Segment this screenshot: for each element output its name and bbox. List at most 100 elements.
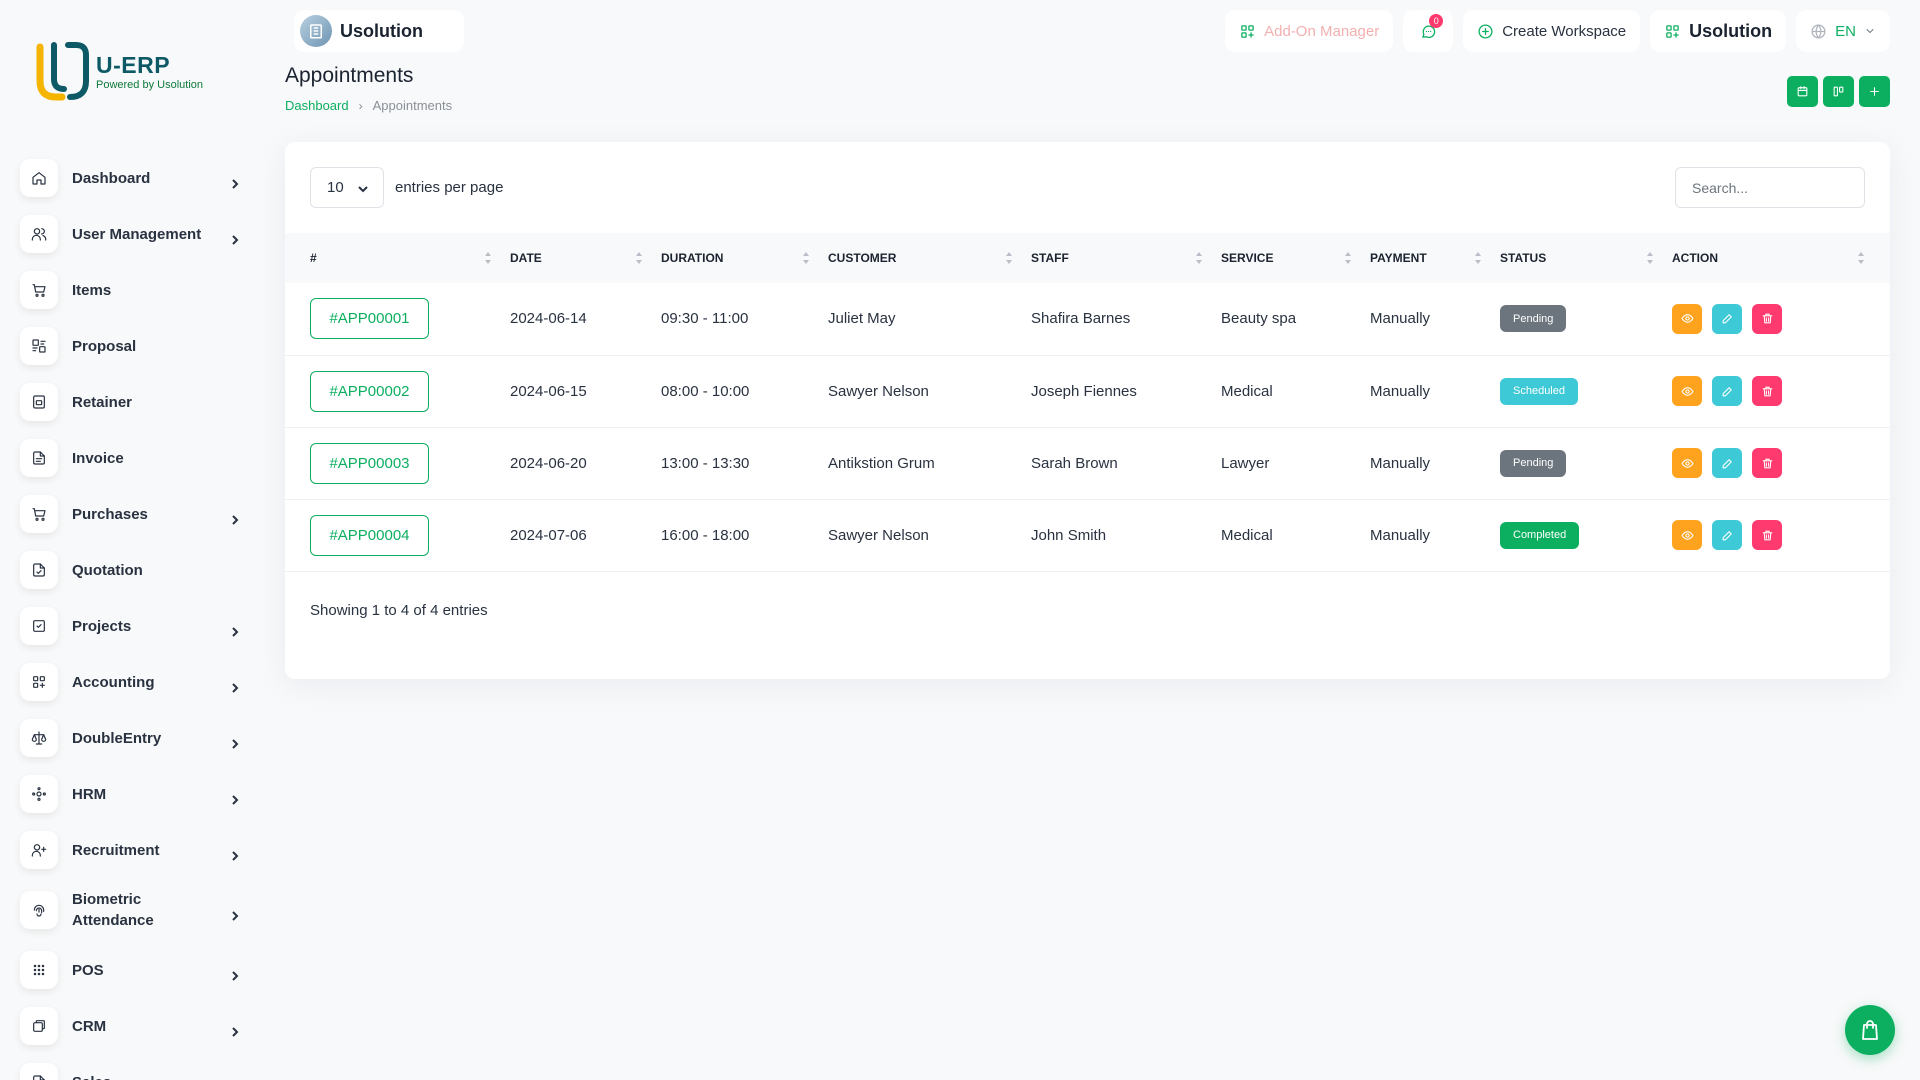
appointment-id-button[interactable]: #APP00004 (310, 514, 429, 556)
document-icon (20, 551, 58, 589)
sidebar-item-purchases[interactable]: Purchases (20, 486, 240, 542)
eye-icon (1681, 314, 1693, 324)
edit-button[interactable] (1712, 448, 1742, 478)
sidebar-item-sales[interactable]: Sales (20, 1054, 240, 1080)
appointments-table: # DATE DURATION CUSTOMER STAFF SERVICE P… (285, 233, 1890, 572)
company-label: Usolution (1689, 20, 1773, 41)
delete-button[interactable] (1752, 520, 1782, 550)
column-header-staff[interactable]: STAFF (1031, 233, 1221, 283)
cell-duration: 09:30 - 11:00 (661, 310, 749, 328)
sort-icon (1646, 251, 1654, 265)
column-header-payment[interactable]: PAYMENT (1370, 233, 1500, 283)
sidebar-item-label: Quotation (72, 561, 143, 579)
column-header-customer[interactable]: CUSTOMER (828, 233, 1031, 283)
sidebar-item-user-management[interactable]: User Management (20, 206, 240, 262)
language-label: EN (1835, 22, 1856, 40)
page-actions (1787, 76, 1890, 107)
sidebar-item-pos[interactable]: POS (20, 942, 240, 998)
sidebar-item-doubleentry[interactable]: DoubleEntry (20, 710, 240, 766)
trash-icon (1762, 530, 1772, 540)
cell-customer: Antikstion Grum (828, 454, 935, 472)
eye-icon (1681, 530, 1693, 540)
column-header-id[interactable]: # (285, 233, 510, 283)
edit-button[interactable] (1712, 520, 1742, 550)
cart-fab-button[interactable] (1845, 1005, 1895, 1055)
create-appointment-button[interactable] (1859, 76, 1890, 107)
column-header-status[interactable]: STATUS (1500, 233, 1672, 283)
cell-staff: John Smith (1031, 526, 1107, 544)
sidebar-item-retainer[interactable]: Retainer (20, 374, 240, 430)
status-badge: Scheduled (1500, 377, 1578, 405)
chevron-right-icon (230, 176, 240, 189)
chevron-right-icon (230, 736, 240, 749)
delete-button[interactable] (1752, 376, 1782, 406)
scale-icon (20, 719, 58, 757)
sidebar-item-recruitment[interactable]: Recruitment (20, 822, 240, 878)
sidebar-item-biometric-attendance[interactable]: Biometric Attendance (20, 878, 240, 942)
per-page-label: entries per page (395, 179, 504, 196)
sidebar-item-invoice[interactable]: Invoice (20, 430, 240, 486)
apps-add-icon (1666, 24, 1679, 38)
search-input[interactable] (1675, 167, 1865, 208)
sidebar-item-proposal[interactable]: Proposal (20, 318, 240, 374)
sidebar-item-label: Sales (72, 1072, 212, 1080)
cell-payment: Manually (1370, 382, 1431, 400)
column-header-service[interactable]: SERVICE (1221, 233, 1370, 283)
pencil-icon (1722, 530, 1732, 540)
file-icon (20, 383, 58, 421)
delete-button[interactable] (1752, 448, 1782, 478)
kanban-view-button[interactable] (1823, 76, 1854, 107)
chevron-right-icon (230, 908, 240, 921)
cell-payment: Manually (1370, 526, 1431, 544)
company-switcher-button[interactable]: Usolution (1650, 10, 1787, 52)
cell-staff: Sarah Brown (1031, 454, 1118, 472)
sort-icon (802, 251, 810, 265)
breadcrumb-home-link[interactable]: Dashboard (285, 98, 349, 113)
sidebar-item-label: Recruitment (72, 841, 160, 859)
sidebar-item-accounting[interactable]: Accounting (20, 654, 240, 710)
workspace-switcher[interactable]: Usolution (294, 10, 464, 52)
addon-manager-button[interactable]: Add-On Manager (1225, 10, 1394, 52)
status-badge: Completed (1500, 521, 1580, 549)
sidebar-item-crm[interactable]: CRM (20, 998, 240, 1054)
appointment-id-button[interactable]: #APP00001 (310, 298, 429, 340)
appointment-id-button[interactable]: #APP00002 (310, 370, 429, 412)
appointment-id-button[interactable]: #APP00003 (310, 442, 429, 484)
sort-icon (1857, 251, 1865, 265)
edit-button[interactable] (1712, 303, 1742, 334)
sort-icon (635, 251, 643, 265)
sidebar-item-label: Items (72, 281, 112, 299)
sort-icon (1195, 251, 1203, 265)
cell-customer: Juliet May (828, 310, 896, 328)
per-page-control: 10 entries per page (310, 167, 503, 208)
per-page-select[interactable]: 10 (310, 167, 384, 208)
trash-icon (1762, 386, 1772, 396)
view-button[interactable] (1672, 376, 1702, 406)
sidebar-item-projects[interactable]: Projects (20, 598, 240, 654)
view-button[interactable] (1672, 520, 1702, 550)
create-workspace-button[interactable]: Create Workspace (1463, 10, 1641, 52)
column-header-date[interactable]: DATE (510, 233, 661, 283)
calendar-icon (1797, 86, 1808, 97)
language-dropdown[interactable]: EN (1796, 10, 1890, 52)
sidebar-item-label: Proposal (72, 337, 137, 355)
view-button[interactable] (1672, 303, 1702, 334)
sidebar-item-items[interactable]: Items (20, 262, 240, 318)
sidebar-item-quotation[interactable]: Quotation (20, 542, 240, 598)
column-header-duration[interactable]: DURATION (661, 233, 828, 283)
delete-button[interactable] (1752, 303, 1782, 334)
view-button[interactable] (1672, 448, 1702, 478)
sidebar-item-dashboard[interactable]: Dashboard (20, 150, 240, 206)
notifications-button[interactable]: 0 (1403, 10, 1454, 52)
cell-staff: Shafira Barnes (1031, 310, 1131, 328)
brand-logo[interactable]: U-ERP Powered by Usolution (36, 40, 236, 104)
chevron-right-icon (230, 232, 240, 245)
edit-button[interactable] (1712, 376, 1742, 406)
calendar-view-button[interactable] (1787, 76, 1818, 107)
pencil-icon (1722, 458, 1732, 468)
sidebar-item-hrm[interactable]: HRM (20, 766, 240, 822)
pencil-icon (1722, 314, 1732, 324)
column-header-action[interactable]: ACTION (1672, 233, 1890, 283)
shopping-bag-icon (1862, 1020, 1878, 1040)
table-row: #APP00004 2024-07-06 16:00 - 18:00 Sawye… (285, 499, 1890, 571)
